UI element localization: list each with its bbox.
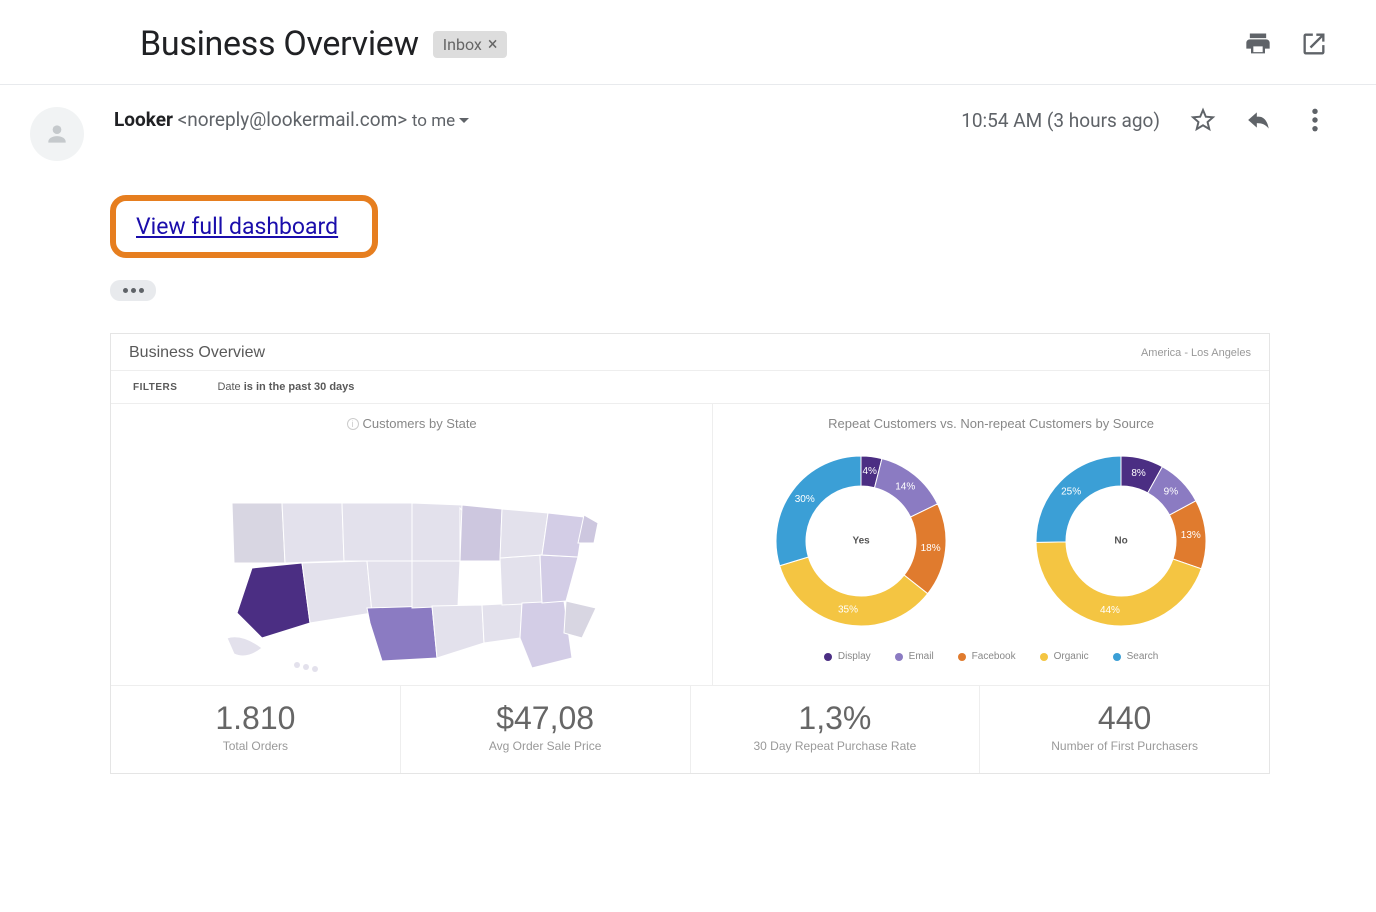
svg-text:4%: 4% (863, 466, 878, 477)
chevron-down-icon (459, 116, 469, 126)
recipient-dropdown[interactable]: to me (412, 111, 469, 131)
highlight-annotation: View full dashboard (110, 195, 378, 258)
svg-text:9%: 9% (1164, 487, 1179, 498)
dashboard-title: Business Overview (129, 344, 265, 362)
open-new-window-icon[interactable] (1300, 30, 1328, 58)
kpi-tile: 1,3%30 Day Repeat Purchase Rate (691, 686, 981, 773)
inbox-badge-label: Inbox (443, 35, 482, 54)
sender-avatar (30, 107, 84, 161)
show-trimmed-content-button[interactable] (110, 280, 156, 301)
svg-text:35%: 35% (838, 604, 858, 615)
dashboard-filter-value: Date is in the past 30 days (217, 381, 354, 393)
email-subject: Business Overview (140, 24, 419, 64)
recipient-text: to me (412, 111, 455, 131)
dashboard-filters-label: FILTERS (133, 382, 177, 393)
dashboard-preview: Business Overview America - Los Angeles … (110, 333, 1270, 774)
svg-text:30%: 30% (795, 494, 815, 505)
reply-icon[interactable] (1246, 107, 1272, 133)
svg-text:44%: 44% (1100, 605, 1120, 616)
view-dashboard-link[interactable]: View full dashboard (136, 213, 338, 240)
remove-label-icon[interactable]: × (488, 34, 498, 55)
us-map-icon (222, 443, 602, 673)
legend-email: Email (909, 651, 934, 662)
kpi-tile: 1.810Total Orders (111, 686, 401, 773)
print-icon[interactable] (1244, 30, 1272, 58)
inbox-badge[interactable]: Inbox × (433, 31, 508, 58)
donut-chart: 4%14%18%35%30%Yes (761, 441, 961, 641)
kpi-tile: $47,08Avg Order Sale Price (401, 686, 691, 773)
chart-title: Repeat Customers vs. Non-repeat Customer… (713, 404, 1269, 437)
more-icon[interactable] (1302, 107, 1328, 133)
legend-display: Display (838, 651, 871, 662)
timestamp: 10:54 AM (3 hours ago) (961, 109, 1160, 132)
map-title: Customers by State (363, 416, 477, 431)
sender-name: Looker (114, 108, 173, 131)
dashboard-timezone: America - Los Angeles (1141, 347, 1251, 359)
sender-email: <noreply@lookermail.com> (178, 108, 408, 131)
star-icon[interactable] (1190, 107, 1216, 133)
donut-chart: 8%9%13%44%25%No (1021, 441, 1221, 641)
info-icon: i (347, 418, 359, 430)
kpi-tile: 440Number of First Purchasers (980, 686, 1269, 773)
legend-organic: Organic (1054, 651, 1089, 662)
legend-search: Search (1127, 651, 1159, 662)
legend-facebook: Facebook (972, 651, 1016, 662)
svg-text:8%: 8% (1131, 468, 1146, 479)
svg-text:14%: 14% (895, 481, 915, 492)
svg-text:25%: 25% (1061, 487, 1081, 498)
